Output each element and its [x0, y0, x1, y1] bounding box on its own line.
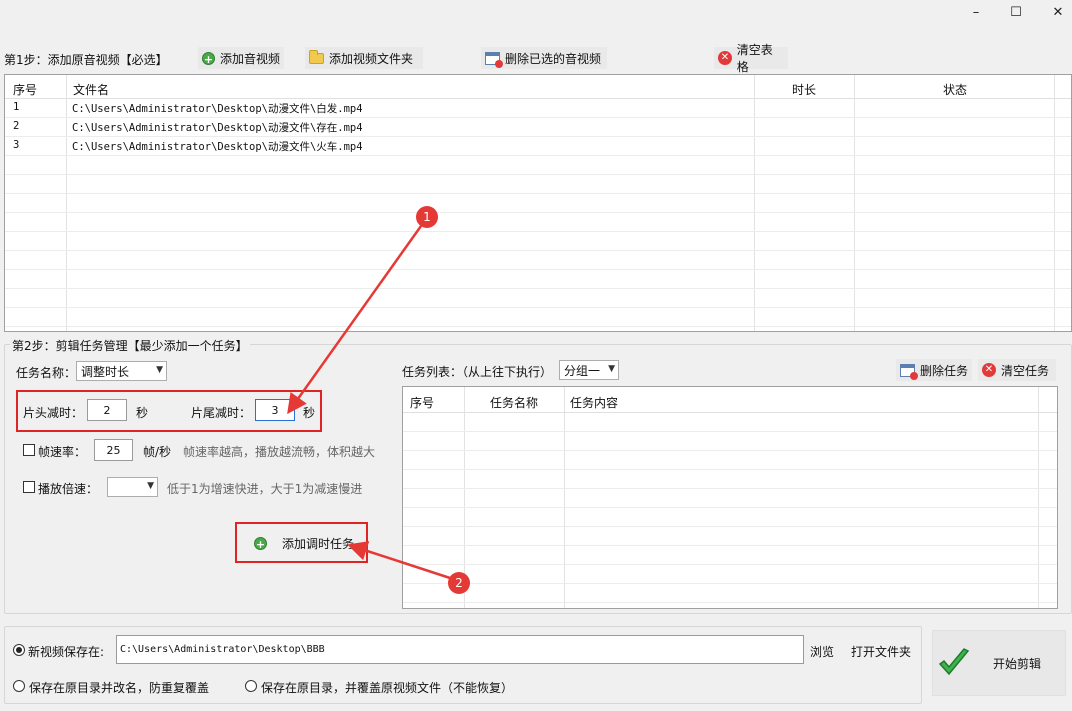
annotation-badge-2: 2 — [448, 572, 470, 594]
arrow-1 — [287, 225, 423, 415]
arrow-2 — [347, 541, 451, 580]
annotation-badge-1: 1 — [416, 206, 438, 228]
annotation-arrows — [287, 225, 451, 580]
